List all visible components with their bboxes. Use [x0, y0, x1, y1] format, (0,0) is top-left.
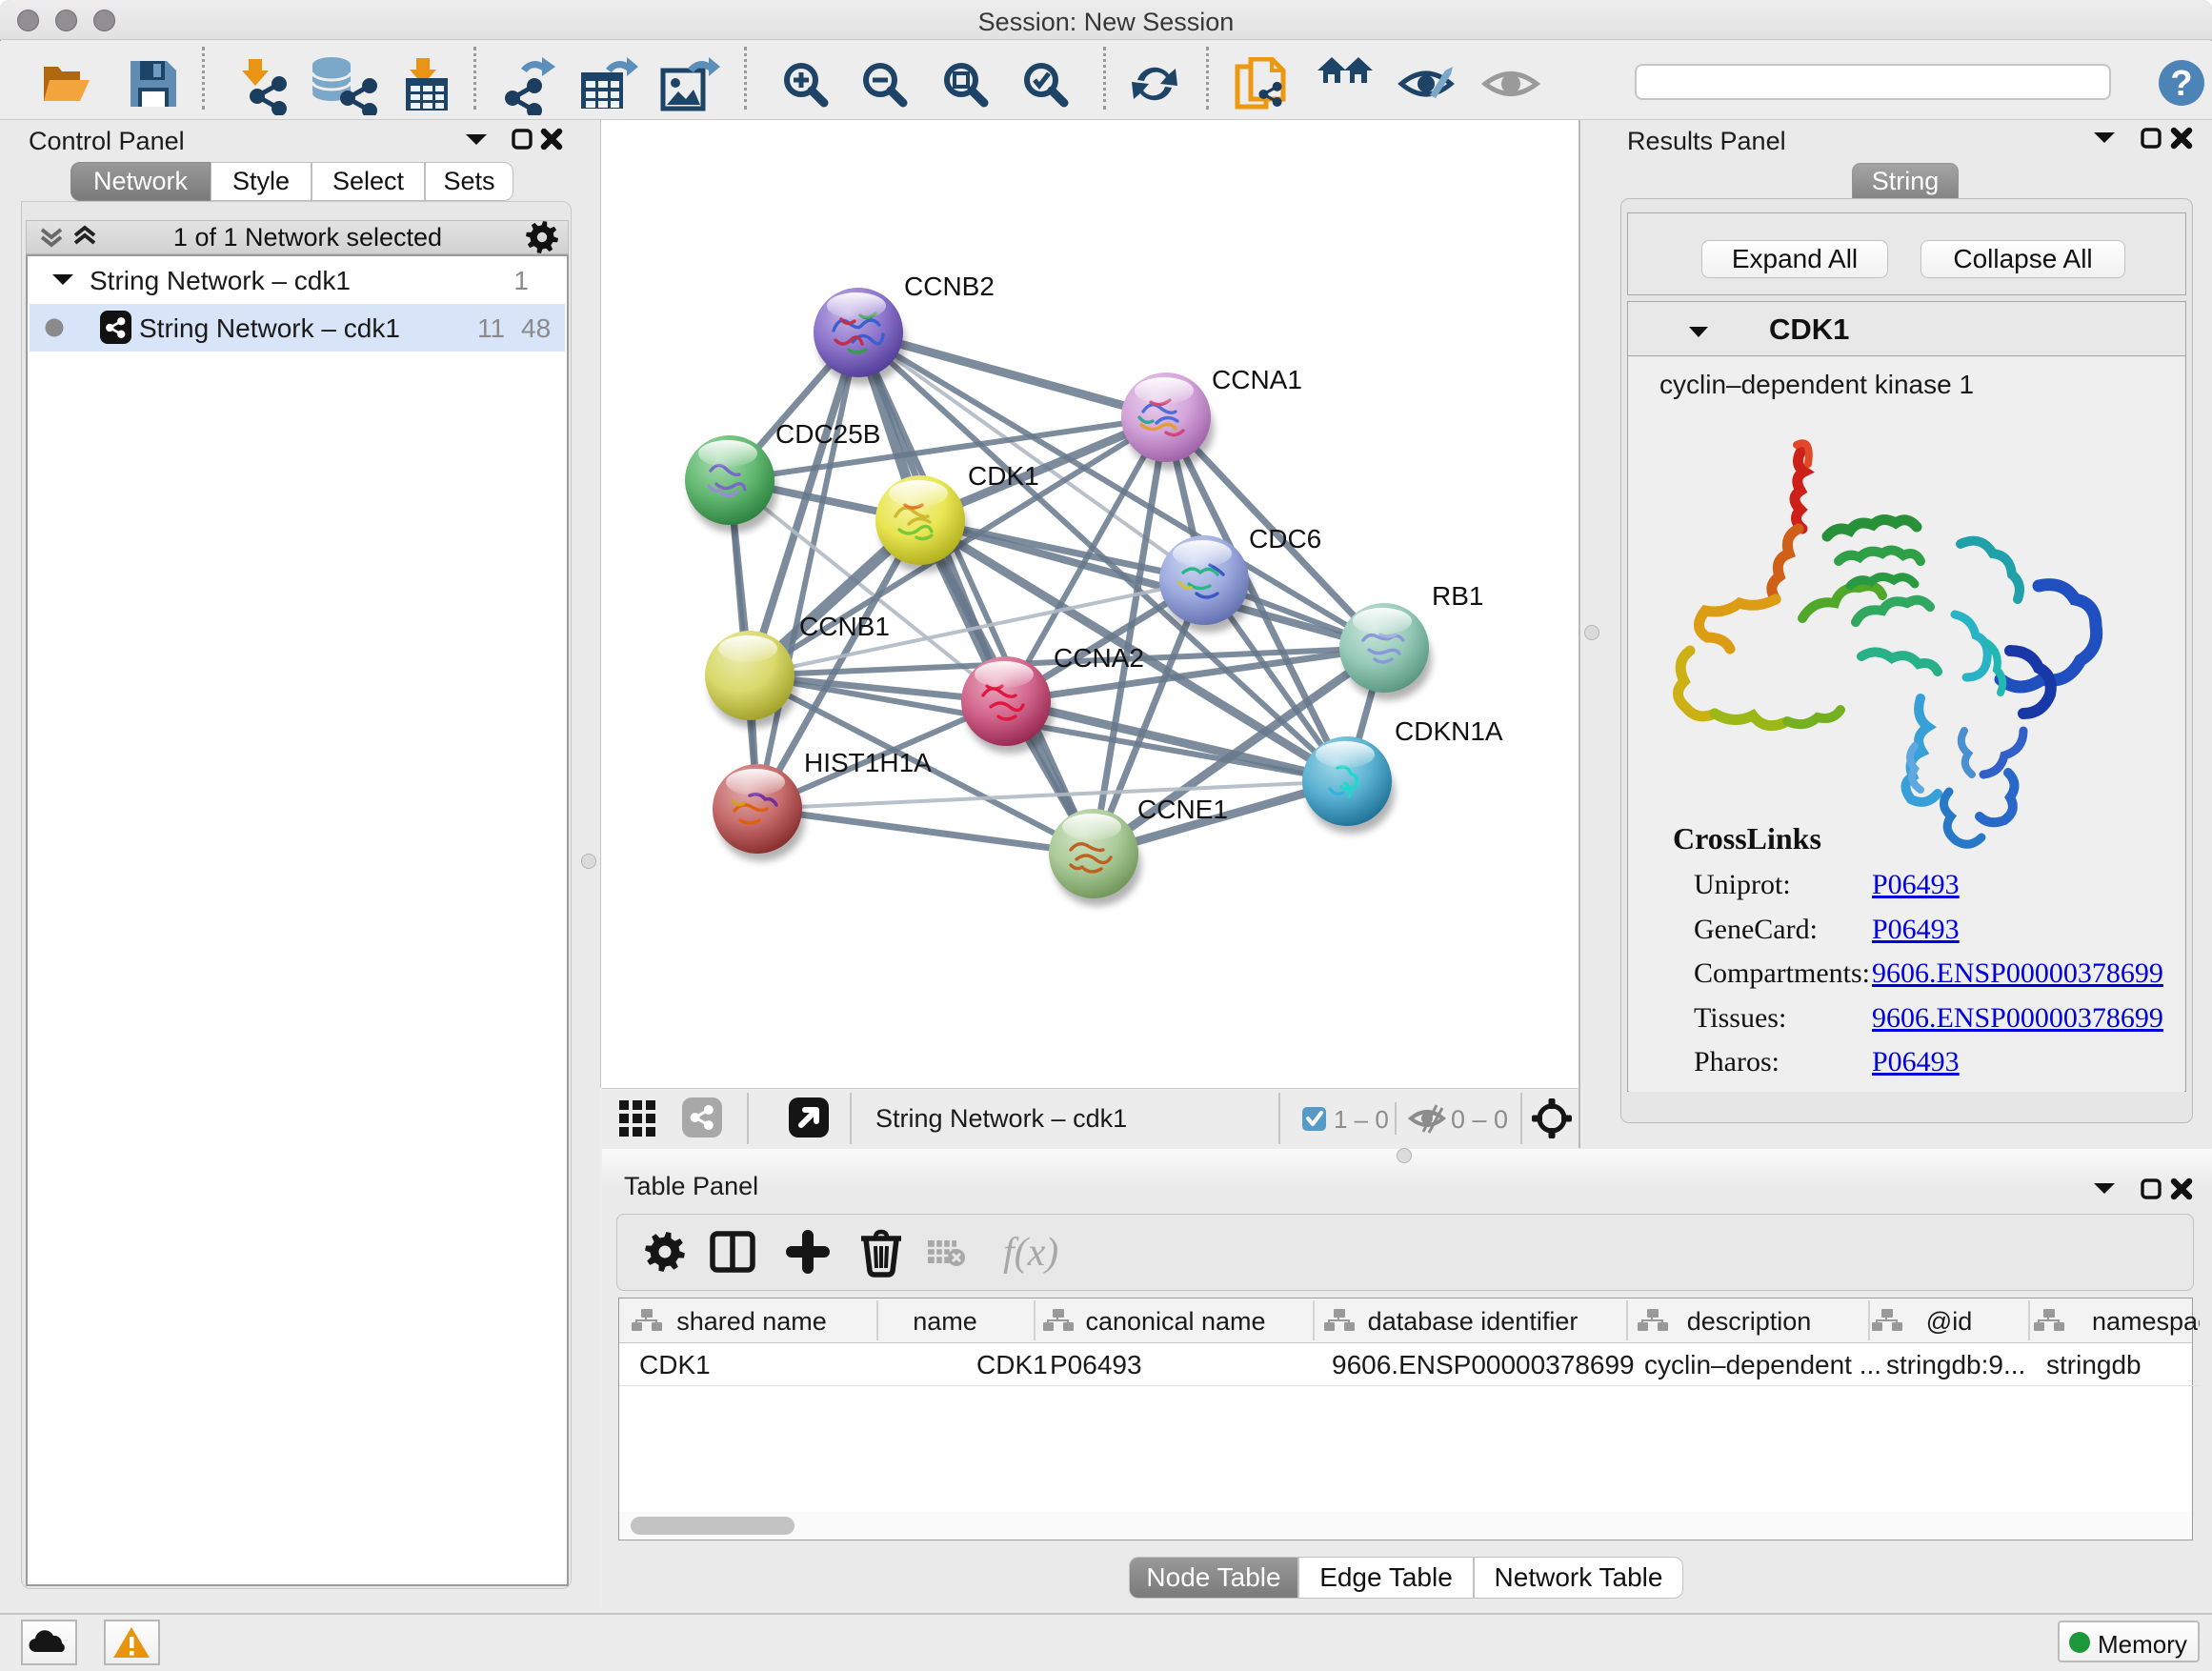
- svg-text:RB1: RB1: [1432, 581, 1483, 611]
- svg-text:CDKN1A: CDKN1A: [1395, 716, 1503, 746]
- svg-text:CDK1: CDK1: [968, 461, 1039, 491]
- svg-text:shared name: shared name: [676, 1307, 827, 1336]
- svg-text:namespac: namespac: [2092, 1307, 2200, 1336]
- svg-text:CCNB2: CCNB2: [904, 272, 995, 301]
- svg-text:1 of 1 Network selected: 1 of 1 Network selected: [173, 223, 442, 252]
- svg-text:0 – 0: 0 – 0: [1451, 1105, 1508, 1134]
- svg-text:?: ?: [2170, 64, 2192, 104]
- svg-text:CDC25B: CDC25B: [775, 419, 880, 449]
- svg-text:CCNA2: CCNA2: [1054, 643, 1144, 673]
- svg-text:CDC6: CDC6: [1249, 524, 1321, 554]
- svg-text:HIST1H1A: HIST1H1A: [804, 748, 932, 777]
- svg-text:String Network – cdk1: String Network – cdk1: [875, 1104, 1127, 1133]
- svg-text:CCNB1: CCNB1: [799, 612, 890, 641]
- svg-text:name: name: [913, 1307, 977, 1336]
- svg-text:CCNE1: CCNE1: [1137, 795, 1228, 824]
- svg-text:description: description: [1687, 1307, 1812, 1336]
- svg-text:f(x): f(x): [1003, 1231, 1058, 1275]
- svg-text:@id: @id: [1926, 1307, 1972, 1336]
- svg-text:database identifier: database identifier: [1368, 1307, 1579, 1336]
- svg-text:1 – 0: 1 – 0: [1334, 1105, 1389, 1134]
- svg-text:CCNA1: CCNA1: [1212, 365, 1302, 394]
- svg-text:canonical name: canonical name: [1085, 1307, 1265, 1336]
